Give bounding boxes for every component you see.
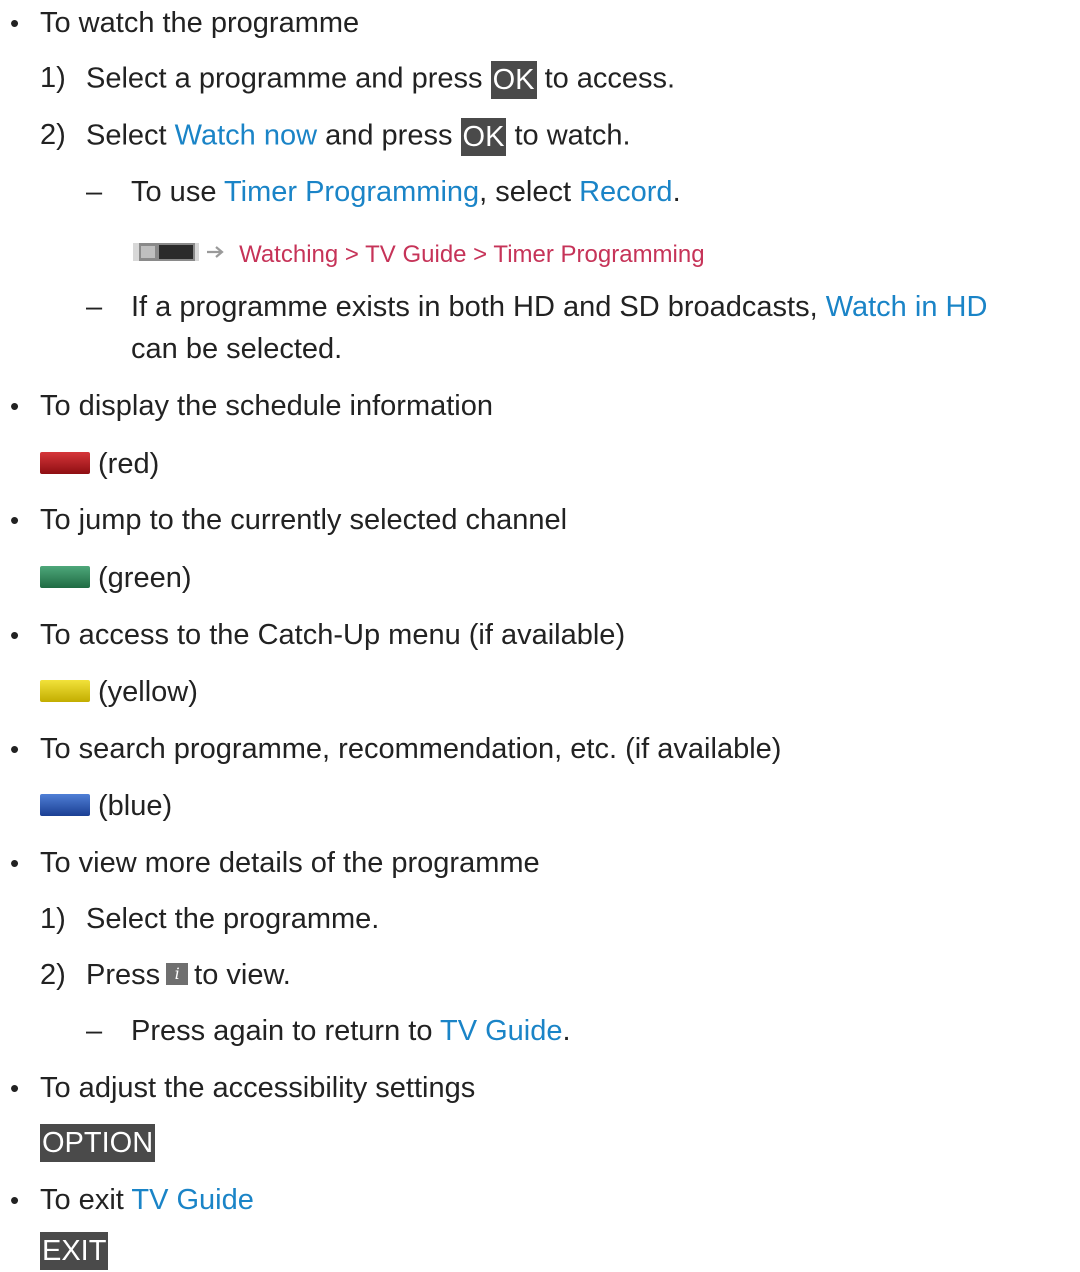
blue-button-icon <box>40 794 90 817</box>
right-arrow-icon <box>207 246 224 259</box>
green-key-row: (green) <box>40 561 192 595</box>
tv-guide-reference-icon <box>133 243 224 262</box>
item-title: To access to the Catch-Up menu (if avail… <box>40 619 626 651</box>
watch-now-link[interactable]: Watch now <box>175 120 317 152</box>
item-title: To display the schedule information <box>40 390 493 422</box>
yellow-key-row: (yellow) <box>40 675 198 709</box>
reference-path[interactable]: Watching > TV Guide > Timer Programming <box>239 241 705 268</box>
green-button-icon <box>40 566 90 589</box>
yellow-button-icon <box>40 680 90 703</box>
note-watch-in-hd-cont: can be selected. <box>131 333 343 365</box>
item-title: To watch the programme <box>40 7 360 39</box>
exit-key-row: EXIT <box>40 1232 109 1270</box>
tv-guide-link[interactable]: TV Guide <box>440 1015 563 1047</box>
bullet: • <box>10 8 20 38</box>
reference-link-row[interactable]: Watching > TV Guide > Timer Programming <box>131 236 705 272</box>
ok-key: OK <box>490 61 537 99</box>
info-icon: i <box>166 963 189 986</box>
red-key-row: (red) <box>40 447 159 481</box>
timer-programming-link[interactable]: Timer Programming <box>224 176 479 208</box>
watch-in-hd-link[interactable]: Watch in HD <box>826 291 988 323</box>
tv-guide-link[interactable]: TV Guide <box>131 1184 254 1216</box>
red-button-icon <box>40 452 90 475</box>
item-title: To view more details of the programme <box>40 847 540 879</box>
option-key: OPTION <box>40 1124 156 1162</box>
item-title: To jump to the currently selected channe… <box>40 504 568 536</box>
ok-key: OK <box>460 118 507 156</box>
exit-key: EXIT <box>40 1232 109 1270</box>
item-title: To search programme, recommendation, etc… <box>40 733 782 765</box>
blue-key-row: (blue) <box>40 789 172 823</box>
item-title: To adjust the accessibility settings <box>40 1072 476 1104</box>
option-key-row: OPTION <box>40 1124 156 1162</box>
record-link[interactable]: Record <box>579 176 673 208</box>
